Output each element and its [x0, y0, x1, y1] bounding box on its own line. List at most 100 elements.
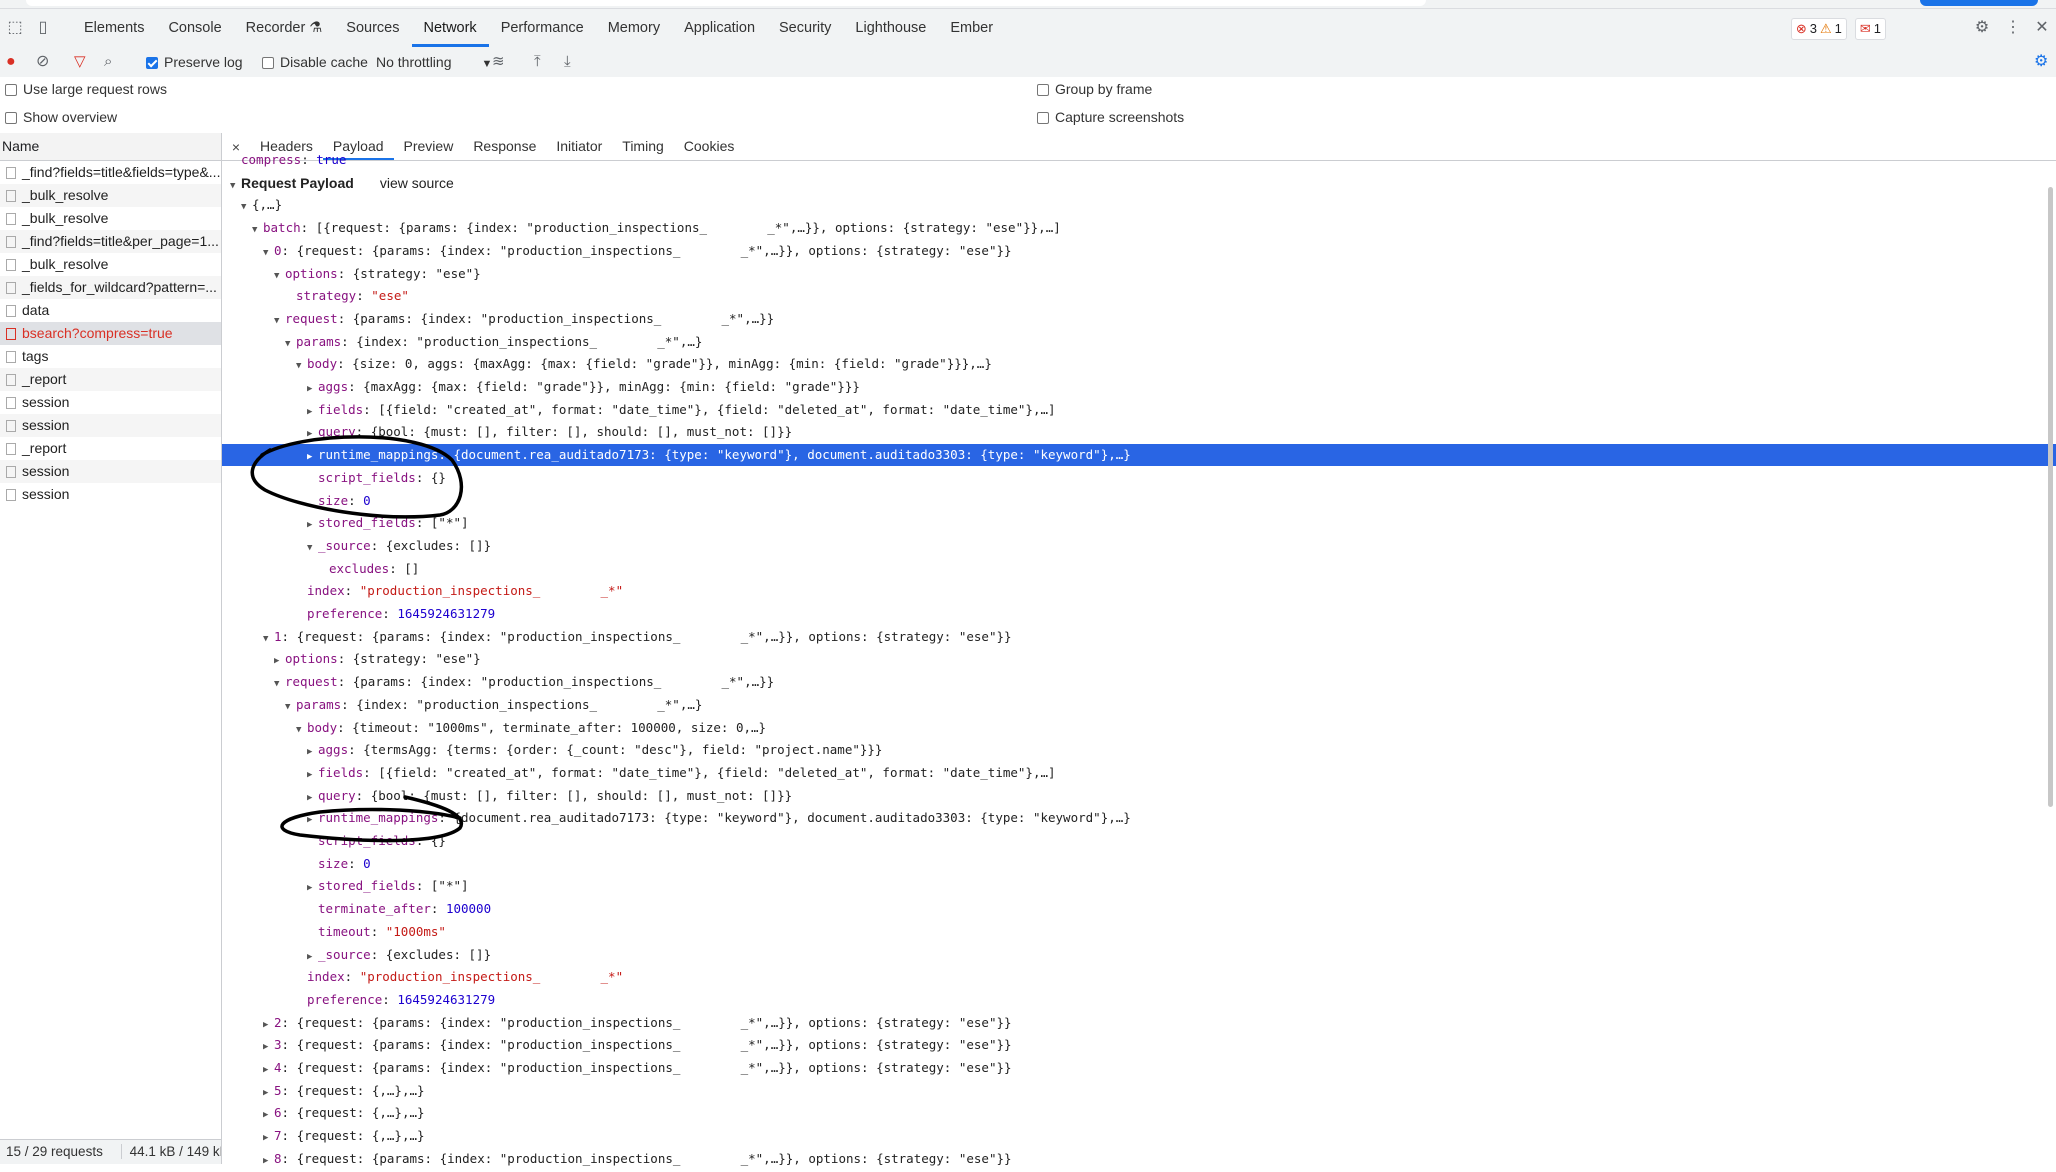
expand-arrow-icon[interactable]: ▶	[307, 514, 318, 536]
payload-line[interactable]: ▶ runtime_mappings: {document.rea_auditad…	[222, 807, 2056, 829]
expand-arrow-icon[interactable]: ▶	[307, 446, 318, 468]
tab-network[interactable]: Network	[411, 9, 489, 47]
payload-line[interactable]: ▼ request: {params: {index: "production_i…	[222, 308, 2056, 330]
collapse-arrow-icon[interactable]: ▼	[296, 719, 307, 741]
payload-line[interactable]: ▼ params: {index: "production_inspections…	[222, 694, 2056, 716]
request-row[interactable]: session	[0, 391, 221, 414]
collapse-arrow-icon[interactable]: ▼	[252, 219, 263, 241]
request-row[interactable]: _fields_for_wildcard?pattern=...	[0, 276, 221, 299]
payload-line[interactable]: ▶ query: {bool: {must: [], filter: [], sh…	[222, 421, 2056, 443]
payload-line[interactable]: script_fields: {}	[222, 467, 2056, 489]
payload-line[interactable]: ▼ body: {size: 0, aggs: {maxAgg: {max: {f…	[222, 353, 2056, 375]
payload-line[interactable]: ▶ runtime_mappings: {document.rea_auditad…	[222, 444, 2056, 468]
preserve-log-check-icon[interactable]	[146, 57, 158, 69]
group-by-frame-check-icon[interactable]	[1037, 84, 1049, 96]
expand-arrow-icon[interactable]: ▶	[307, 877, 318, 899]
tab-sources[interactable]: Sources	[334, 9, 411, 47]
name-column-header[interactable]: Name	[0, 133, 221, 161]
payload-line[interactable]: ▶ 8: {request: {params: {index: "producti…	[222, 1148, 2056, 1170]
payload-line[interactable]: ▶ _source: {excludes: []}	[222, 944, 2056, 966]
expand-arrow-icon[interactable]: ▶	[307, 378, 318, 400]
request-row[interactable]: session	[0, 414, 221, 437]
show-overview-check-icon[interactable]	[5, 112, 17, 124]
inspect-element-icon[interactable]: ⬚	[5, 18, 25, 38]
disable-cache-checkbox[interactable]: Disable cache	[262, 47, 368, 77]
collapse-arrow-icon[interactable]: ▼	[307, 537, 318, 559]
payload-line[interactable]: ▼ 1: {request: {params: {index: "producti…	[222, 626, 2056, 648]
expand-arrow-icon[interactable]: ▶	[263, 1014, 274, 1036]
expand-arrow-icon[interactable]: ▶	[307, 423, 318, 445]
payload-line[interactable]: ▶ 6: {request: {,…},…}	[222, 1102, 2056, 1124]
payload-line[interactable]: strategy: "ese"	[222, 285, 2056, 307]
issue-badges[interactable]: ⊗ 3 ⚠ 1 ✉ 1	[1790, 18, 1886, 40]
filter-icon[interactable]: ▽	[74, 47, 86, 77]
tab-console[interactable]: Console	[156, 9, 233, 47]
payload-line[interactable]: ▼ params: {index: "production_inspections…	[222, 331, 2056, 353]
issues-badge[interactable]: ✉ 1	[1854, 18, 1886, 40]
expand-arrow-icon[interactable]: ▶	[307, 809, 318, 831]
expand-arrow-icon[interactable]: ▶	[307, 946, 318, 968]
record-icon[interactable]: ●	[6, 47, 16, 77]
payload-line[interactable]: size: 0	[222, 490, 2056, 512]
request-row[interactable]: _find?fields=title&fields=type&...	[0, 161, 221, 184]
payload-line[interactable]: ▼ _source: {excludes: []}	[222, 535, 2056, 557]
expand-arrow-icon[interactable]: ▶	[263, 1036, 274, 1058]
payload-line[interactable]: ▶ stored_fields: ["*"]	[222, 512, 2056, 534]
request-payload-header[interactable]: ▼ Request Payload view source	[222, 172, 2052, 194]
payload-scrollbar[interactable]	[2046, 183, 2056, 823]
payload-line[interactable]: ▶ options: {strategy: "ese"}	[222, 648, 2056, 670]
collapse-arrow-icon[interactable]: ▼	[274, 265, 285, 287]
import-har-icon[interactable]: ⤒	[534, 47, 541, 77]
address-bar-edge[interactable]	[26, 0, 1426, 6]
network-settings-gear-icon[interactable]: ⚙	[2034, 47, 2048, 77]
group-by-frame-option[interactable]: Group by frame	[1037, 81, 1152, 97]
large-rows-check-icon[interactable]	[5, 84, 17, 96]
close-devtools-icon[interactable]: ✕	[2032, 18, 2052, 38]
collapse-arrow-icon[interactable]: ▼	[274, 310, 285, 332]
error-warning-badge[interactable]: ⊗ 3 ⚠ 1	[1790, 18, 1847, 40]
expand-arrow-icon[interactable]: ▶	[263, 1082, 274, 1104]
capture-screenshots-check-icon[interactable]	[1037, 112, 1049, 124]
payload-line[interactable]: index: "production_inspections_ _*"	[222, 580, 2056, 602]
expand-arrow-icon[interactable]: ▶	[274, 650, 285, 672]
request-row[interactable]: _find?fields=title&per_page=1...	[0, 230, 221, 253]
more-options-icon[interactable]: ⋮	[2003, 18, 2023, 38]
request-row[interactable]: bsearch?compress=true	[0, 322, 221, 345]
payload-line[interactable]: ▶ 4: {request: {params: {index: "producti…	[222, 1057, 2056, 1079]
payload-line[interactable]: ▶ 7: {request: {,…},…}	[222, 1125, 2056, 1147]
request-row[interactable]: tags	[0, 345, 221, 368]
collapse-arrow-icon[interactable]: ▼	[285, 696, 296, 718]
settings-gear-icon[interactable]: ⚙	[1972, 18, 1992, 38]
payload-line[interactable]: ▶ 2: {request: {params: {index: "producti…	[222, 1012, 2056, 1034]
network-conditions-icon[interactable]: ≋	[492, 47, 505, 77]
payload-line[interactable]: ▶ 3: {request: {params: {index: "producti…	[222, 1034, 2056, 1056]
expand-arrow-icon[interactable]: ▶	[307, 741, 318, 763]
throttling-select[interactable]: No throttling ▼	[376, 47, 492, 77]
request-row[interactable]: _report	[0, 437, 221, 460]
capture-screenshots-option[interactable]: Capture screenshots	[1037, 109, 1184, 125]
payload-line[interactable]: size: 0	[222, 853, 2056, 875]
payload-line[interactable]: ▶ query: {bool: {must: [], filter: [], sh…	[222, 785, 2056, 807]
payload-line[interactable]: terminate_after: 100000	[222, 898, 2056, 920]
request-row[interactable]: _bulk_resolve	[0, 184, 221, 207]
payload-line[interactable]: ▼ request: {params: {index: "production_i…	[222, 671, 2056, 693]
large-rows-option[interactable]: Use large request rows	[5, 81, 167, 97]
payload-line[interactable]: compress: true	[222, 149, 2052, 171]
expand-arrow-icon[interactable]: ▶	[263, 1059, 274, 1081]
view-source-link[interactable]: view source	[380, 175, 454, 191]
expand-arrow-icon[interactable]: ▼	[230, 175, 241, 197]
payload-line[interactable]: timeout: "1000ms"	[222, 921, 2056, 943]
expand-arrow-icon[interactable]: ▶	[307, 401, 318, 423]
scrollbar-thumb[interactable]	[2048, 187, 2053, 807]
collapse-arrow-icon[interactable]: ▼	[263, 242, 274, 264]
collapse-arrow-icon[interactable]: ▼	[285, 333, 296, 355]
collapse-arrow-icon[interactable]: ▼	[241, 196, 252, 218]
collapse-arrow-icon[interactable]: ▼	[274, 673, 285, 695]
payload-line[interactable]: ▼ body: {timeout: "1000ms", terminate_aft…	[222, 717, 2056, 739]
payload-line[interactable]: ▶ 5: {request: {,…},…}	[222, 1080, 2056, 1102]
device-toolbar-icon[interactable]: ▯	[33, 18, 53, 38]
payload-line[interactable]: ▼ options: {strategy: "ese"}	[222, 263, 2056, 285]
search-icon[interactable]: ⌕	[104, 47, 112, 77]
tab-application[interactable]: Application	[672, 9, 767, 47]
expand-arrow-icon[interactable]: ▶	[263, 1127, 274, 1149]
